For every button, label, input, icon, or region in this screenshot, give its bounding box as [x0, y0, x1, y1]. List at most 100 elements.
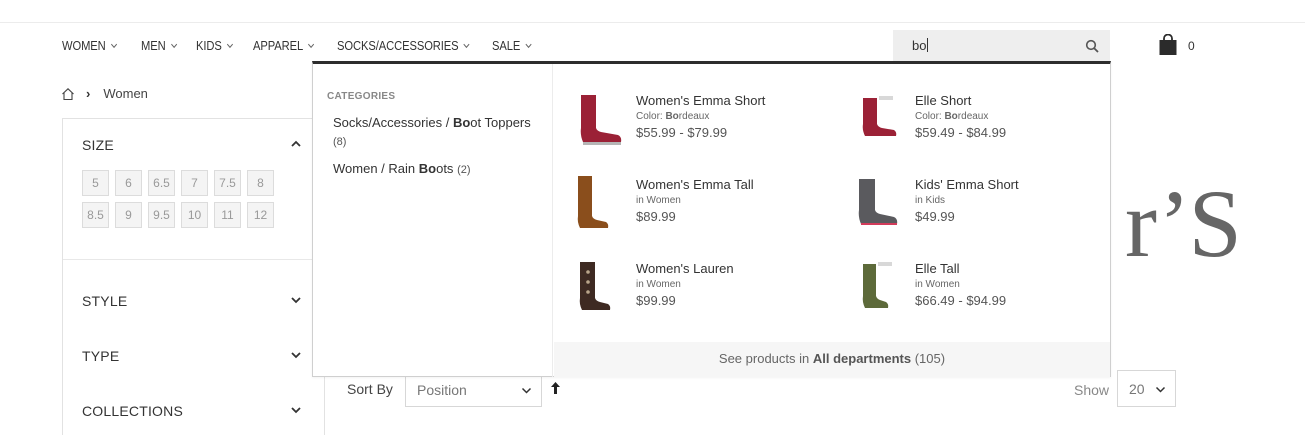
category-text: ots	[436, 161, 454, 176]
search-value-wrap: bo	[912, 38, 929, 53]
category-match: Bo	[418, 161, 437, 176]
nav-label: KIDS	[196, 38, 223, 53]
product-suggestion[interactable]: Women's Emma Short Color: Bordeaux $55.9…	[568, 90, 838, 160]
top-bar	[0, 0, 1305, 23]
product-price: $59.49 - $84.99	[915, 125, 1007, 140]
size-option[interactable]: 7	[181, 170, 208, 196]
product-price: $55.99 - $79.99	[636, 125, 728, 140]
show-label: Show	[1074, 382, 1110, 398]
type-filter-title[interactable]: TYPE	[82, 348, 119, 364]
nav-socks-accessories[interactable]: SOCKS/ACCESSORIES	[337, 38, 471, 53]
size-option[interactable]: 8	[247, 170, 274, 196]
chevron-down-icon[interactable]	[290, 349, 302, 361]
product-suggestion[interactable]: Elle Tall in Women $66.49 - $94.99	[847, 258, 1117, 328]
chevron-down-icon[interactable]	[290, 294, 302, 306]
product-name: Women's Lauren	[636, 261, 734, 276]
size-option[interactable]: 6.5	[148, 170, 175, 196]
subtitle-text: rdeaux	[678, 111, 710, 122]
size-option[interactable]: 5	[82, 170, 109, 196]
boot-thumbnail	[858, 179, 898, 225]
product-name: Elle Short	[915, 93, 972, 108]
boot-thumbnail	[579, 262, 611, 310]
product-suggestion[interactable]: Women's Lauren in Women $99.99	[568, 258, 838, 328]
see-all-count: (105)	[911, 351, 946, 366]
product-suggestion[interactable]: Kids' Emma Short in Kids $49.99	[847, 174, 1117, 244]
nav-label: MEN	[140, 38, 166, 53]
size-filter-title[interactable]: SIZE	[82, 137, 114, 153]
chevron-down-icon	[308, 43, 315, 49]
filter-sidebar: SIZE 5 6 6.5 7 7.5 8 8.5 9 9.5 10 11 12 …	[62, 118, 325, 435]
product-price: $89.99	[636, 209, 676, 224]
collections-filter-title[interactable]: COLLECTIONS	[82, 403, 183, 419]
product-subtitle: in Kids	[915, 195, 945, 206]
chevron-down-icon	[521, 387, 532, 394]
main-nav: WOMEN MEN KIDS APPAREL SOCKS/ACCESSORIES…	[62, 38, 559, 53]
size-option[interactable]: 12	[247, 202, 274, 228]
category-count: (8)	[333, 136, 347, 148]
subtitle-text: in Women	[636, 195, 681, 206]
breadcrumb: › Women	[61, 86, 148, 101]
product-name: Women's Emma Short	[636, 93, 766, 108]
shopping-bag-icon[interactable]	[1158, 34, 1178, 56]
nav-kids[interactable]: KIDS	[196, 38, 234, 53]
product-subtitle: in Women	[915, 279, 960, 290]
subtitle-text: Color:	[636, 111, 666, 122]
cart-count: 0	[1188, 39, 1195, 53]
category-suggestion[interactable]: Women / Rain Boots (2)	[333, 160, 543, 179]
show-limit-select[interactable]: 20	[1117, 370, 1176, 407]
chevron-down-icon[interactable]	[290, 404, 302, 416]
size-option[interactable]: 7.5	[214, 170, 241, 196]
nav-label: APPAREL	[253, 38, 304, 53]
nav-label: SOCKS/ACCESSORIES	[336, 38, 459, 53]
product-name: Kids' Emma Short	[915, 177, 1019, 192]
size-options: 5 6 6.5 7 7.5 8 8.5 9 9.5 10 11 12	[82, 170, 282, 234]
size-option[interactable]: 10	[181, 202, 208, 228]
category-suggestions: CATEGORIES Socks/Accessories / Boot Topp…	[313, 64, 553, 377]
categories-heading: CATEGORIES	[327, 91, 396, 102]
category-text: ot Toppers	[470, 115, 531, 130]
subtitle-text: in Kids	[915, 195, 946, 206]
boot-thumbnail	[862, 96, 897, 136]
size-option[interactable]: 9.5	[148, 202, 175, 228]
chevron-down-icon	[525, 43, 532, 49]
subtitle-text: in Women	[915, 279, 960, 290]
nav-apparel[interactable]: APPAREL	[253, 38, 315, 53]
size-option[interactable]: 6	[115, 170, 142, 196]
product-suggestions: Women's Emma Short Color: Bordeaux $55.9…	[554, 64, 1110, 377]
subtitle-text: in Women	[636, 279, 681, 290]
style-filter-title[interactable]: STYLE	[82, 293, 127, 309]
product-name: Elle Tall	[915, 261, 960, 276]
product-suggestion[interactable]: Elle Short Color: Bordeaux $59.49 - $84.…	[847, 90, 1117, 160]
nav-women[interactable]: WOMEN	[62, 38, 118, 53]
sort-direction-arrow-icon[interactable]	[550, 381, 561, 395]
search-value: bo	[912, 38, 927, 53]
home-icon[interactable]	[61, 87, 75, 101]
chevron-down-icon	[110, 43, 117, 49]
chevron-down-icon	[227, 43, 234, 49]
search-input[interactable]: bo	[893, 30, 1110, 62]
size-option[interactable]: 8.5	[82, 202, 109, 228]
product-price: $49.99	[915, 209, 955, 224]
see-all-products-link[interactable]: See products in All departments (105)	[554, 342, 1110, 377]
text-caret	[927, 38, 929, 52]
category-text: Socks/Accessories /	[333, 115, 453, 130]
subtitle-match: Bo	[944, 111, 958, 122]
product-name: Women's Emma Tall	[636, 177, 754, 192]
nav-label: SALE	[491, 38, 521, 53]
search-icon[interactable]	[1085, 39, 1099, 53]
nav-label: WOMEN	[62, 38, 106, 53]
boot-thumbnail	[580, 95, 622, 145]
subtitle-text: rdeaux	[957, 111, 989, 122]
nav-sale[interactable]: SALE	[492, 38, 532, 53]
category-match: Bo	[452, 115, 471, 130]
chevron-down-icon	[1155, 386, 1166, 393]
size-option[interactable]: 9	[115, 202, 142, 228]
product-suggestion[interactable]: Women's Emma Tall in Women $89.99	[568, 174, 838, 244]
category-suggestion[interactable]: Socks/Accessories / Boot Toppers (8)	[333, 114, 543, 151]
boot-thumbnail	[862, 262, 892, 308]
size-option[interactable]: 11	[214, 202, 241, 228]
chevron-up-icon[interactable]	[290, 138, 302, 150]
nav-men[interactable]: MEN	[141, 38, 178, 53]
subtitle-text: Color:	[915, 111, 945, 122]
product-subtitle: Color: Bordeaux	[915, 111, 988, 122]
